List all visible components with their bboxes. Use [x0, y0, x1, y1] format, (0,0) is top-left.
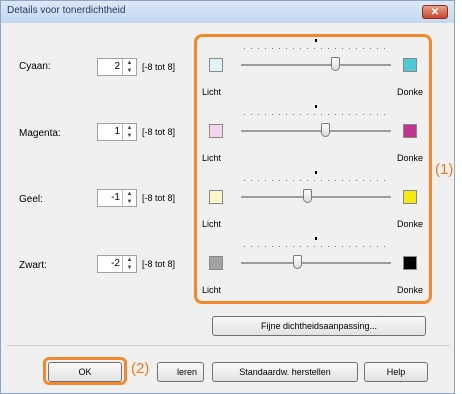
help-button[interactable]: Help	[364, 362, 428, 382]
black-light-swatch	[209, 256, 223, 270]
yellow-slider-thumb[interactable]	[303, 189, 312, 203]
close-button[interactable]: ✕	[422, 5, 448, 19]
black-range: [-8 tot 8]	[142, 259, 176, 269]
spin-down-icon[interactable]: ▼	[123, 198, 136, 206]
black-dark-swatch	[403, 256, 417, 270]
black-spinner[interactable]: -2 ▲ ▼	[97, 255, 137, 273]
cyan-spinner[interactable]: 2 ▲ ▼	[97, 58, 137, 76]
spin-down-icon[interactable]: ▼	[123, 264, 136, 272]
cyan-dark-swatch	[403, 58, 417, 72]
yellow-dark-swatch	[403, 190, 417, 204]
magenta-range: [-8 tot 8]	[142, 127, 176, 137]
black-center-mark	[315, 237, 317, 240]
magenta-slider-track[interactable]	[241, 130, 391, 132]
separator	[7, 345, 450, 346]
spin-up-icon[interactable]: ▲	[123, 190, 136, 198]
spin-down-icon[interactable]: ▼	[123, 67, 136, 75]
spin-up-icon[interactable]: ▲	[123, 256, 136, 264]
magenta-dark-label: Donke	[397, 153, 424, 163]
dialog-window: Details voor tonerdichtheid ✕ Cyaan: 2 ▲…	[0, 0, 455, 394]
ok-button[interactable]: OK	[48, 362, 122, 382]
magenta-label: Magenta:	[19, 128, 61, 139]
yellow-spin-arrows[interactable]: ▲ ▼	[122, 190, 136, 206]
cyan-spin-arrows[interactable]: ▲ ▼	[122, 59, 136, 75]
magenta-dark-swatch	[403, 124, 417, 138]
magenta-spinner[interactable]: 1 ▲ ▼	[97, 123, 137, 141]
magenta-value[interactable]: 1	[114, 126, 120, 137]
callout-2: (2)	[131, 360, 150, 377]
yellow-spinner[interactable]: -1 ▲ ▼	[97, 189, 137, 207]
cyan-value[interactable]: 2	[114, 61, 120, 72]
black-label: Zwart:	[19, 260, 47, 271]
spin-up-icon[interactable]: ▲	[123, 124, 136, 132]
magenta-spin-arrows[interactable]: ▲ ▼	[122, 124, 136, 140]
fine-density-button[interactable]: Fijne dichtheidsaanpassing...	[212, 316, 426, 336]
cyan-light-swatch	[209, 58, 223, 72]
cyan-center-mark	[315, 39, 317, 42]
magenta-ticks	[241, 113, 391, 116]
black-value[interactable]: -2	[111, 258, 120, 269]
title-bar: Details voor tonerdichtheid ✕	[1, 1, 454, 23]
yellow-range: [-8 tot 8]	[142, 193, 176, 203]
yellow-slider-track[interactable]	[241, 196, 391, 198]
magenta-light-swatch	[209, 124, 223, 138]
yellow-label: Geel:	[19, 194, 43, 205]
magenta-slider-thumb[interactable]	[321, 123, 330, 137]
black-spin-arrows[interactable]: ▲ ▼	[122, 256, 136, 272]
black-ticks	[241, 245, 391, 248]
cyan-light-label: Licht	[202, 87, 222, 97]
cyan-label: Cyaan:	[19, 61, 51, 72]
yellow-light-label: Licht	[202, 219, 222, 229]
yellow-dark-label: Donke	[397, 219, 424, 229]
cyan-dark-label: Donke	[397, 87, 424, 97]
yellow-value[interactable]: -1	[111, 192, 120, 203]
restore-defaults-button[interactable]: Standaardw. herstellen	[212, 362, 358, 382]
spin-up-icon[interactable]: ▲	[123, 59, 136, 67]
black-slider-thumb[interactable]	[293, 255, 302, 269]
callout-1: (1)	[435, 161, 454, 178]
black-light-label: Licht	[202, 285, 222, 295]
yellow-light-swatch	[209, 190, 223, 204]
cyan-ticks	[241, 47, 391, 50]
spin-down-icon[interactable]: ▼	[123, 132, 136, 140]
black-slider-track[interactable]	[241, 262, 391, 264]
window-title: Details voor tonerdichtheid	[7, 5, 126, 16]
cancel-button[interactable]: leren	[157, 362, 204, 382]
cyan-slider-thumb[interactable]	[331, 57, 340, 71]
magenta-center-mark	[315, 105, 317, 108]
yellow-center-mark	[315, 171, 317, 174]
magenta-light-label: Licht	[202, 153, 222, 163]
cyan-slider-track[interactable]	[241, 64, 391, 66]
cyan-range: [-8 tot 8]	[142, 62, 176, 72]
black-dark-label: Donke	[397, 285, 424, 295]
yellow-ticks	[241, 179, 391, 182]
